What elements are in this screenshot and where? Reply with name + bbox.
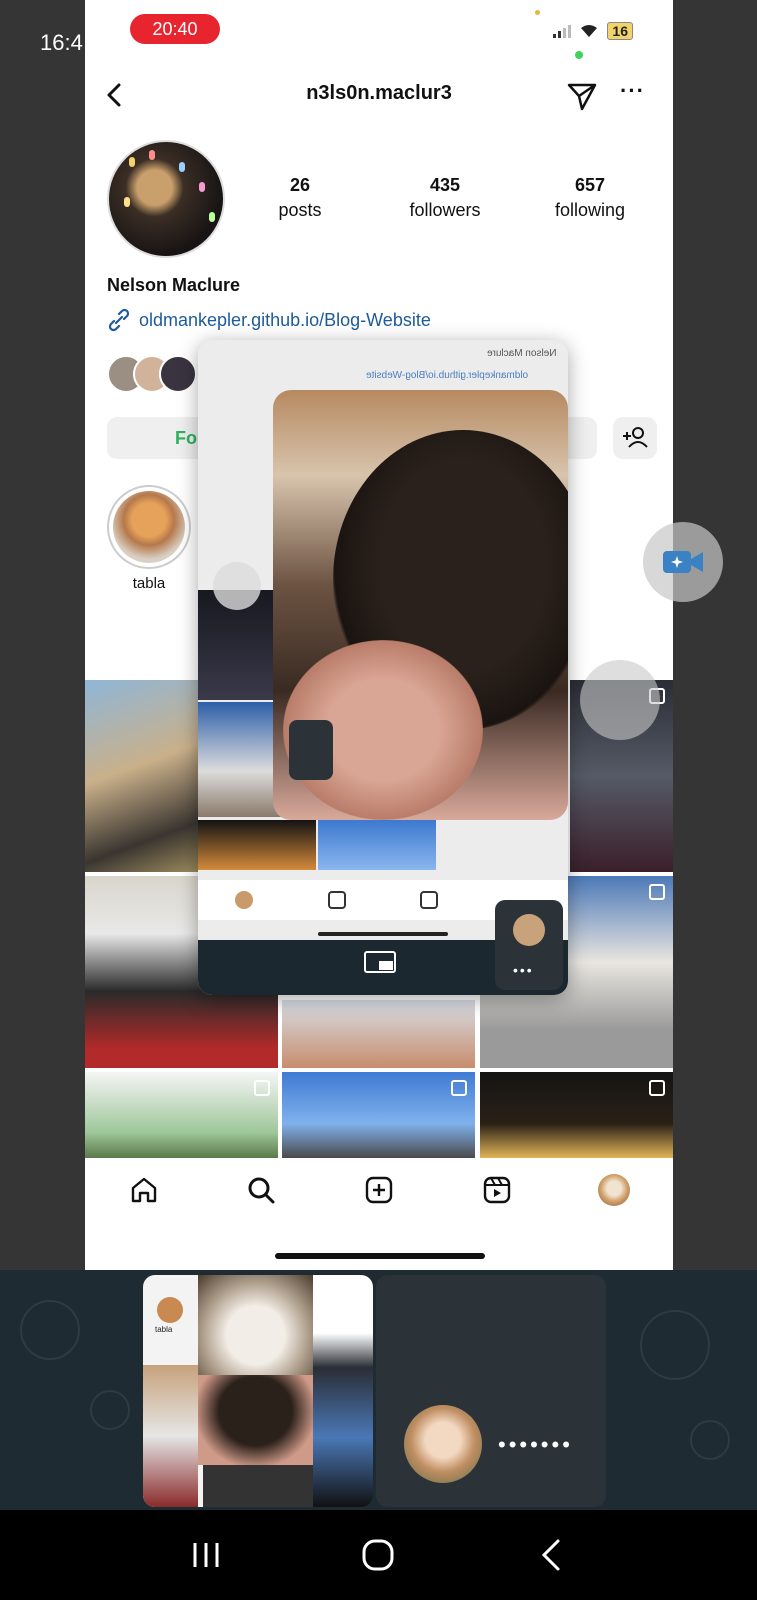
preview-thumbnail — [318, 820, 436, 870]
post-thumbnail[interactable] — [282, 1000, 475, 1068]
more-icon[interactable]: ··· — [620, 78, 645, 104]
reels-tab[interactable] — [480, 1173, 514, 1207]
profile-link-text: oldmankepler.github.io/Blog-Website — [139, 309, 431, 330]
highlight-label: tabla — [132, 575, 166, 592]
create-icon — [365, 1176, 393, 1204]
home-nav-button[interactable] — [358, 1535, 398, 1575]
thumb-highlight — [157, 1297, 183, 1323]
reels-icon — [483, 1176, 510, 1204]
back-nav-icon — [541, 1539, 560, 1571]
home-nav-icon — [362, 1539, 394, 1571]
multiple-photos-icon — [254, 1080, 270, 1096]
suggest-users-button[interactable] — [613, 417, 657, 459]
profile-full-name: Nelson Maclure — [107, 275, 241, 295]
stat-following[interactable]: 657 following — [530, 175, 650, 221]
story-highlight[interactable]: tabla — [107, 485, 191, 592]
floating-app-preview[interactable]: Nelson Maclure oldmankepler.github.io/Bl… — [198, 340, 568, 995]
profile-header: n3ls0n.maclur3 ··· — [85, 70, 673, 120]
bottom-tab-bar — [85, 1158, 673, 1222]
thumb-face-photo — [198, 1375, 313, 1465]
thumb-grid — [143, 1365, 198, 1507]
post-thumbnail[interactable] — [480, 1072, 673, 1158]
video-call-icon — [663, 551, 703, 573]
mini-call-card[interactable] — [289, 720, 333, 780]
home-tab[interactable] — [127, 1173, 161, 1207]
screen-recording-pill[interactable]: 20:40 — [130, 14, 220, 44]
add-user-icon — [623, 427, 648, 448]
highlight-cover — [107, 485, 191, 569]
preview-thumbnail — [198, 820, 316, 870]
mirrored-link: oldmankepler.github.io/Blog-Website — [365, 370, 528, 381]
mutual-avatar — [159, 355, 197, 393]
thumb-right-panel — [313, 1275, 373, 1507]
floating-touch-point — [213, 562, 261, 610]
stat-posts[interactable]: 26 posts — [255, 175, 345, 221]
recents-nav-icon — [193, 1543, 219, 1567]
post-thumbnail[interactable] — [282, 1072, 475, 1158]
call-dots: ••••••• — [498, 1432, 573, 1457]
home-indicator[interactable] — [275, 1253, 485, 1259]
send-icon[interactable] — [566, 80, 598, 112]
stat-followers[interactable]: 435 followers — [385, 175, 505, 221]
followers-label: followers — [409, 200, 481, 220]
picture-in-picture-icon[interactable] — [363, 950, 399, 976]
back-nav-button[interactable] — [531, 1535, 571, 1575]
search-icon — [248, 1177, 275, 1204]
following-count: 657 — [574, 175, 606, 195]
battery-indicator: 16 — [607, 22, 633, 40]
multiple-photos-icon — [649, 884, 665, 900]
recents-nav-button[interactable] — [186, 1535, 226, 1575]
video-call-button[interactable] — [643, 522, 723, 602]
preview-home-indicator — [318, 932, 448, 936]
signal-icon — [553, 24, 572, 38]
search-tab[interactable] — [244, 1173, 278, 1207]
posts-count: 26 — [289, 175, 311, 195]
call-avatar — [404, 1405, 482, 1483]
recent-app-thumbnail[interactable]: tabla — [143, 1275, 373, 1507]
call-preview-card[interactable]: ••• — [495, 900, 563, 990]
followers-count: 435 — [429, 175, 461, 195]
link-icon — [108, 308, 130, 332]
system-navigation-bar — [0, 1510, 757, 1600]
profile-tab[interactable] — [597, 1173, 631, 1207]
mirrored-name: Nelson Maclure — [486, 348, 556, 359]
posts-label: posts — [278, 200, 322, 220]
wifi-icon — [581, 25, 598, 37]
mic-indicator — [535, 10, 540, 15]
thumb-highlight-label: tabla — [155, 1325, 173, 1334]
profile-avatar[interactable] — [107, 140, 225, 258]
status-bar: 20:40 16 — [85, 0, 673, 59]
multiple-photos-icon — [649, 1080, 665, 1096]
background-clock: 16:4 — [40, 30, 83, 55]
floating-touch-point — [580, 660, 660, 740]
multiple-photos-icon — [451, 1080, 467, 1096]
profile-tab-avatar — [598, 1174, 631, 1206]
home-icon — [131, 1177, 156, 1203]
profile-link[interactable]: oldmankepler.github.io/Blog-Website — [107, 308, 431, 332]
caller-avatar — [513, 914, 545, 946]
recent-call-thumbnail[interactable]: ••••••• — [376, 1275, 606, 1507]
following-label: following — [554, 200, 626, 220]
call-more-icon[interactable]: ••• — [513, 962, 534, 978]
camera-indicator — [575, 51, 583, 59]
post-thumbnail[interactable] — [85, 1072, 278, 1158]
mutual-followers[interactable] — [107, 355, 197, 393]
create-tab[interactable] — [362, 1173, 396, 1207]
